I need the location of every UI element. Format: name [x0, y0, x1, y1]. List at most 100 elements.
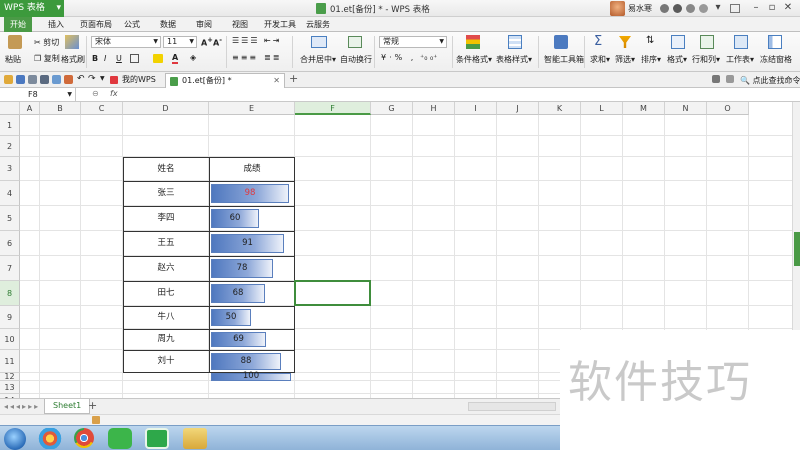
file-explorer-icon[interactable]	[183, 428, 207, 449]
find-command-link[interactable]: 🔍 点此查找命令	[740, 75, 800, 86]
wrap-text-icon[interactable]	[348, 36, 362, 48]
sheet-nav-arrows[interactable]: ◂◂◂▸▸▸	[4, 402, 40, 411]
doc-tab-mywps[interactable]: 我的WPS	[106, 73, 164, 88]
smart-toolbox-button[interactable]: 智能工具箱	[544, 54, 584, 65]
worksheet-icon[interactable]	[734, 35, 748, 49]
format-icon[interactable]	[671, 35, 685, 49]
clear-format-icon[interactable]: ◈	[190, 53, 196, 62]
copy-button[interactable]: ❐ 复制	[34, 53, 60, 64]
tab-5[interactable]: 数据	[160, 19, 176, 30]
number-format-icons[interactable]: ¥·% ,	[381, 53, 416, 62]
row-header[interactable]: 10	[0, 329, 20, 350]
print-icon[interactable]	[40, 75, 49, 84]
wechat-icon[interactable]	[108, 428, 132, 449]
skin-icon[interactable]	[686, 4, 695, 13]
sum-icon[interactable]: Σ	[594, 34, 602, 49]
column-header[interactable]: A	[20, 102, 40, 115]
rows-cols-button[interactable]: 行和列▾	[692, 54, 720, 65]
wps-spreadsheet-taskbar-icon[interactable]	[145, 428, 169, 449]
column-header[interactable]: D	[123, 102, 209, 115]
comment-icon[interactable]	[726, 75, 734, 83]
fill-color-icon[interactable]	[153, 54, 163, 63]
worksheet-button[interactable]: 工作表▾	[726, 54, 754, 65]
ribbon-toggle-icon[interactable]: ▾	[712, 2, 724, 14]
column-header[interactable]: I	[455, 102, 497, 115]
new-tab-button[interactable]: +	[289, 72, 298, 85]
chrome-icon[interactable]	[74, 428, 94, 448]
row-header[interactable]: 8	[0, 281, 20, 306]
sheet-tab-sheet1[interactable]: Sheet1	[44, 399, 91, 414]
restore-icon[interactable]	[730, 4, 740, 13]
max-score-cell[interactable]: 100	[211, 371, 291, 381]
table-style-icon[interactable]	[508, 35, 522, 49]
app-menu-button[interactable]: WPS 表格 ▾	[0, 0, 64, 17]
row-header[interactable]: 12	[0, 373, 20, 381]
help-icon[interactable]	[699, 4, 708, 13]
macro-icon[interactable]	[92, 416, 100, 424]
row-header[interactable]: 11	[0, 350, 20, 373]
select-all-corner[interactable]	[0, 102, 20, 115]
media-app-icon[interactable]	[38, 428, 62, 449]
font-name-select[interactable]: 宋体 ▼	[91, 36, 161, 48]
merge-center-icon[interactable]	[311, 36, 327, 48]
column-header[interactable]: N	[665, 102, 707, 115]
tab-1[interactable]: 开始	[4, 17, 32, 32]
font-size-select[interactable]: 11 ▼	[163, 36, 197, 48]
column-header[interactable]: C	[81, 102, 123, 115]
conditional-format-icon[interactable]	[466, 35, 480, 49]
horizontal-scrollbar[interactable]	[468, 402, 556, 411]
format-painter-button[interactable]: 格式刷	[61, 54, 85, 65]
user-name[interactable]: 易水寒	[628, 3, 652, 14]
tab-7[interactable]: 视图	[232, 19, 248, 30]
fx-button[interactable]: fx	[110, 89, 118, 98]
close-tab-icon[interactable]: ✕	[273, 74, 280, 88]
formula-input[interactable]	[130, 89, 790, 101]
row-header[interactable]: 13	[0, 381, 20, 394]
row-header[interactable]: 4	[0, 181, 20, 206]
column-header[interactable]: G	[371, 102, 413, 115]
tab-6[interactable]: 审阅	[196, 19, 212, 30]
settings-icon[interactable]	[660, 4, 669, 13]
save-icon[interactable]	[16, 75, 25, 84]
row-header[interactable]: 7	[0, 256, 20, 281]
sum-button[interactable]: 求和▾	[590, 54, 610, 65]
cut-button[interactable]: ✂ 剪切	[34, 37, 59, 48]
cloud-icon[interactable]	[712, 75, 720, 83]
column-header[interactable]: M	[623, 102, 665, 115]
decimal-icons[interactable]: ⁺₀ ₀⁺	[420, 53, 437, 62]
zoom-icon[interactable]: ⊖	[92, 89, 99, 98]
number-format-select[interactable]: 常规 ▼	[379, 36, 447, 48]
align-top-icons[interactable]: ☰☰☰	[232, 36, 260, 45]
minimize-button[interactable]: –	[750, 2, 762, 14]
row-header[interactable]: 2	[0, 136, 20, 157]
print-preview-icon[interactable]	[52, 75, 61, 84]
scrollbar-thumb[interactable]	[794, 232, 800, 266]
name-box-dropdown-icon[interactable]: ▼	[67, 88, 72, 101]
open-icon[interactable]	[4, 75, 13, 84]
column-header[interactable]: F	[295, 102, 371, 115]
distribute-icons[interactable]: ≣≣	[264, 53, 281, 62]
sort-icon[interactable]: ⇅	[646, 35, 654, 46]
tab-3[interactable]: 页面布局	[80, 19, 112, 30]
row-header[interactable]: 1	[0, 115, 20, 136]
row-header[interactable]: 6	[0, 231, 20, 256]
column-header[interactable]: H	[413, 102, 455, 115]
add-sheet-button[interactable]: +	[88, 399, 97, 412]
increase-font-icon[interactable]: A+	[201, 36, 213, 48]
merge-center-button[interactable]: 合并居中▾	[300, 54, 336, 65]
align-left-icons[interactable]: ≡≡≡	[232, 53, 258, 62]
row-header[interactable]: 9	[0, 306, 20, 329]
start-button[interactable]	[4, 428, 26, 450]
sort-button[interactable]: 排序▾	[641, 54, 661, 65]
vertical-scrollbar[interactable]	[792, 102, 800, 330]
active-cell-f8[interactable]	[294, 280, 371, 306]
redo-icon[interactable]: ↷	[88, 74, 96, 84]
decrease-font-icon[interactable]: A-	[213, 36, 222, 48]
conditional-format-button[interactable]: 条件格式▾	[456, 54, 492, 65]
smart-toolbox-icon[interactable]	[554, 35, 568, 49]
doc-tab-active[interactable]: 01.et[备份] * ✕	[165, 73, 285, 88]
wrap-text-button[interactable]: 自动换行	[340, 54, 372, 65]
maximize-button[interactable]: ▫	[766, 2, 778, 14]
table-style-button[interactable]: 表格样式▾	[496, 54, 532, 65]
paste-icon[interactable]	[8, 35, 22, 49]
